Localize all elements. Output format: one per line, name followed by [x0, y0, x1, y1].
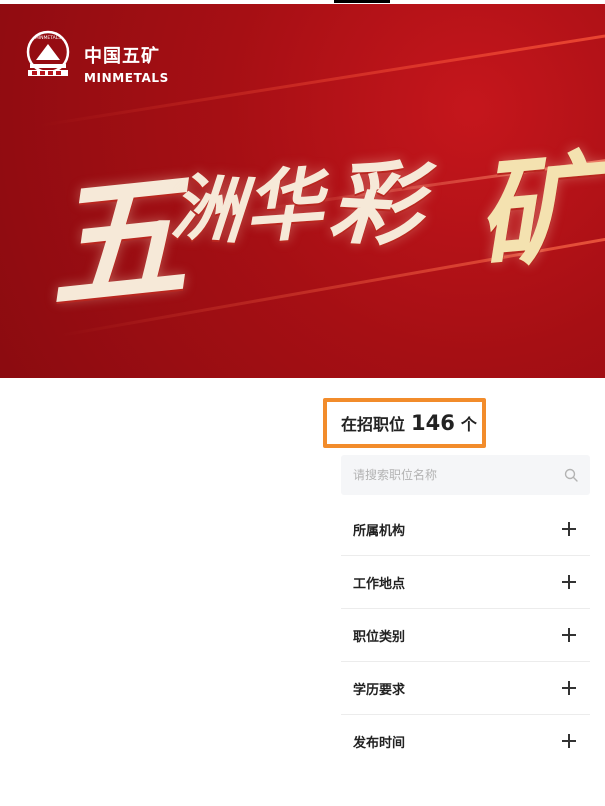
hero-banner: MINMETALS 中国五矿 MINMETALS 五 洲 华 彩 矿 [0, 4, 605, 378]
calligraphy-char: 华 [241, 158, 326, 255]
brand-name-en: MINMETALS [84, 71, 169, 85]
job-search [341, 455, 590, 495]
plus-icon[interactable] [562, 681, 576, 695]
job-count-number: 146 [411, 411, 455, 435]
job-count-unit: 个 [460, 415, 477, 434]
plus-icon[interactable] [562, 522, 576, 536]
filter-label: 工作地点 [353, 576, 406, 592]
plus-icon[interactable] [562, 734, 576, 748]
job-count-highlight: 在招职位 146 个 [323, 398, 486, 448]
filter-label: 发布时间 [353, 735, 406, 751]
filter-organization[interactable]: 所属机构 [341, 503, 590, 556]
search-icon[interactable] [564, 468, 578, 482]
plus-icon[interactable] [562, 628, 576, 642]
filter-list: 所属机构 工作地点 职位类别 学历要求 发布时间 [341, 503, 590, 767]
brand-name-cn: 中国五矿 [84, 46, 160, 67]
filter-label: 所属机构 [353, 523, 406, 539]
calligraphy-char: 彩 [326, 147, 425, 261]
filter-label: 学历要求 [353, 682, 406, 698]
filter-location[interactable]: 工作地点 [341, 556, 590, 609]
filter-category[interactable]: 职位类别 [341, 609, 590, 662]
filter-education[interactable]: 学历要求 [341, 662, 590, 715]
job-search-input[interactable] [341, 455, 563, 495]
plus-icon[interactable] [562, 575, 576, 589]
logo-text: 中国五矿 MINMETALS [84, 42, 169, 85]
minmetals-logo: MINMETALS [26, 30, 70, 76]
calligraphy-char: 矿 [470, 137, 600, 286]
filter-label: 职位类别 [353, 629, 406, 645]
calligraphy-char: 洲 [168, 163, 247, 254]
top-notch [334, 0, 390, 3]
filter-publish-time[interactable]: 发布时间 [341, 715, 590, 767]
job-count-label: 在招职位 [341, 415, 406, 434]
svg-text:MINMETALS: MINMETALS [35, 35, 61, 41]
